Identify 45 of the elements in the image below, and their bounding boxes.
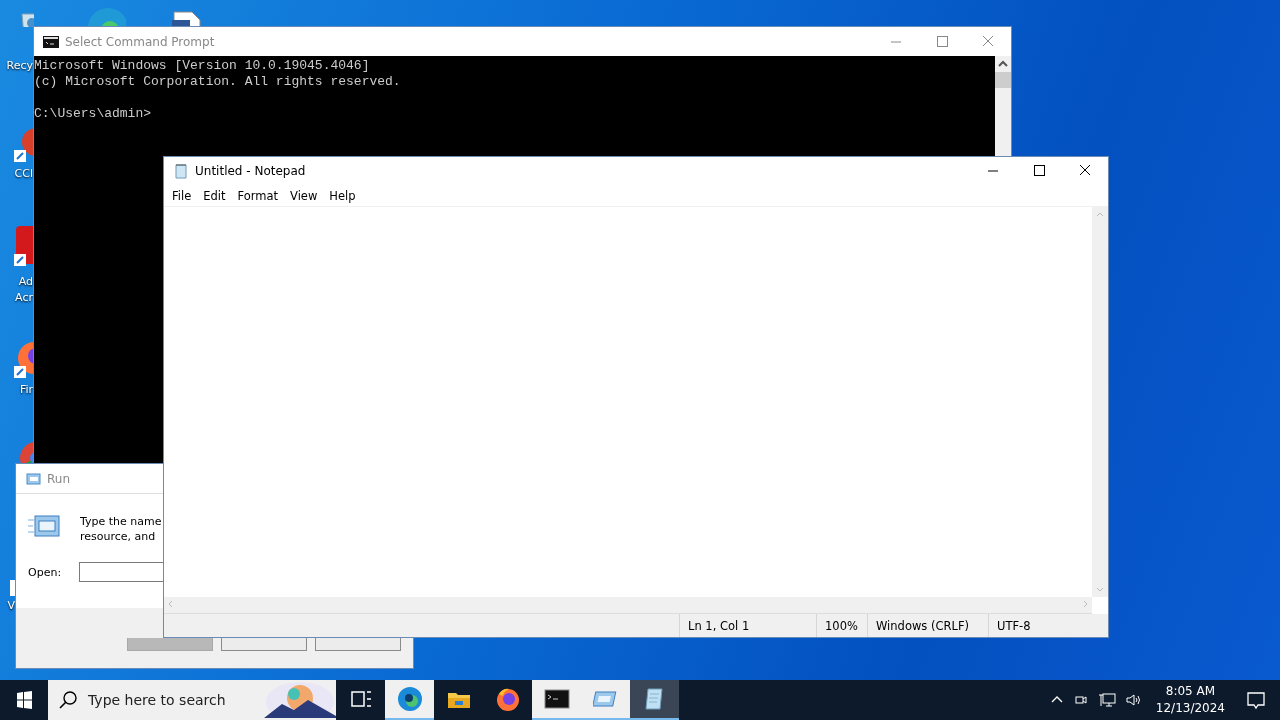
terminal-icon[interactable] xyxy=(532,680,581,720)
desktop-icon-label: Fir xyxy=(19,382,33,398)
open-label: Open: xyxy=(28,565,62,579)
volume-icon[interactable] xyxy=(1124,692,1143,708)
desktop-icon-label: Recy xyxy=(6,58,33,74)
scroll-thumb[interactable] xyxy=(995,72,1011,88)
console-prompt: C:\Users\admin> xyxy=(34,106,152,121)
menu-item[interactable]: Format xyxy=(231,188,285,203)
menu-item[interactable]: Edit xyxy=(197,188,232,203)
desktop-icon-label: Acr xyxy=(15,290,33,306)
notification-icon[interactable] xyxy=(1246,690,1266,710)
terminal-icon xyxy=(43,35,59,48)
desktop-icon-label: Ad xyxy=(18,274,33,290)
window-title: Untitled - Notepad xyxy=(195,164,306,178)
menu-item[interactable]: View xyxy=(284,188,324,203)
desktop-icon-label: V xyxy=(7,598,15,614)
browser-icon[interactable] xyxy=(385,680,434,720)
network-icon[interactable] xyxy=(1097,692,1116,708)
window-title: Run xyxy=(47,471,70,486)
menu-item[interactable]: Help xyxy=(323,188,362,203)
console-text: Microsoft Windows [Version 10.0.19045.4046] xyxy=(34,58,370,73)
status-text: Windows (CRLF) xyxy=(867,614,988,637)
run-icon xyxy=(28,514,60,538)
window-title: Select Command Prompt xyxy=(65,34,215,49)
clock-time[interactable]: 8:05 AM xyxy=(1165,683,1216,700)
open-field[interactable] xyxy=(79,562,164,582)
search-field[interactable]: Type here to search xyxy=(48,680,336,720)
desktop-icon-label: CCl xyxy=(14,166,33,182)
console-text: (c) Microsoft Corporation. All rights reserved. xyxy=(34,74,401,89)
notepad-icon xyxy=(173,163,189,179)
search-icon xyxy=(58,690,78,710)
notepad-icon[interactable] xyxy=(630,680,679,720)
menu-item[interactable]: File xyxy=(166,188,198,203)
run-description: Type the name xyxy=(80,514,162,529)
scrollbar[interactable] xyxy=(995,56,1011,156)
dialog-button[interactable] xyxy=(315,638,401,651)
shortcut-icon[interactable] xyxy=(12,224,34,266)
run-description: resource, and xyxy=(80,529,157,544)
shortcut-icon[interactable] xyxy=(9,578,16,598)
status-text: 100% xyxy=(816,614,867,637)
dialog-button[interactable] xyxy=(221,638,307,651)
status-text: Ln 1, Col 1 xyxy=(679,614,816,637)
run-icon xyxy=(25,472,41,485)
clock-date[interactable]: 12/13/2024 xyxy=(1155,700,1225,717)
status-text: UTF-8 xyxy=(988,614,1067,637)
